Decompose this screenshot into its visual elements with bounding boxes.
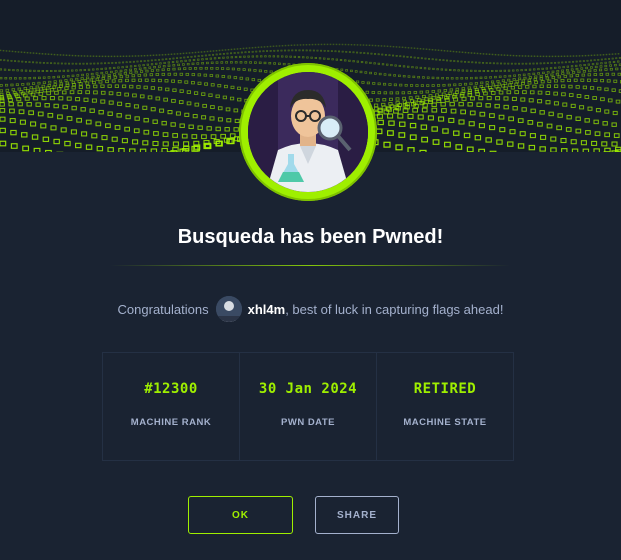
congrats-prefix: Congratulations bbox=[117, 301, 209, 317]
machine-state-value: RETIRED bbox=[413, 381, 477, 397]
stat-machine-rank: #12300 MACHINE RANK bbox=[103, 353, 240, 460]
machine-rank-value: #12300 bbox=[144, 381, 198, 397]
ok-button[interactable]: OK bbox=[188, 496, 293, 534]
pwn-date-label: PWN DATE bbox=[281, 417, 335, 428]
user-avatar-icon bbox=[215, 296, 242, 322]
pwn-date-value: 30 Jan 2024 bbox=[258, 381, 358, 397]
stat-pwn-date: 30 Jan 2024 PWN DATE bbox=[240, 353, 377, 460]
congratulations-message: Congratulations xhl4m , best of luck in … bbox=[0, 296, 621, 322]
stats-panel: #12300 MACHINE RANK 30 Jan 2024 PWN DATE… bbox=[102, 352, 514, 461]
stat-machine-state: RETIRED MACHINE STATE bbox=[377, 353, 513, 460]
machine-avatar bbox=[239, 63, 377, 201]
divider bbox=[110, 265, 510, 266]
congrats-suffix: , best of luck in capturing flags ahead! bbox=[285, 301, 504, 317]
scientist-avatar-icon bbox=[248, 72, 368, 192]
machine-rank-label: MACHINE RANK bbox=[130, 417, 212, 428]
user-avatar bbox=[215, 296, 242, 322]
machine-state-label: MACHINE STATE bbox=[403, 417, 487, 428]
share-button[interactable]: SHARE bbox=[315, 496, 399, 534]
username: xhl4m bbox=[247, 301, 286, 317]
page-title: Busqueda has been Pwned! bbox=[177, 226, 444, 248]
